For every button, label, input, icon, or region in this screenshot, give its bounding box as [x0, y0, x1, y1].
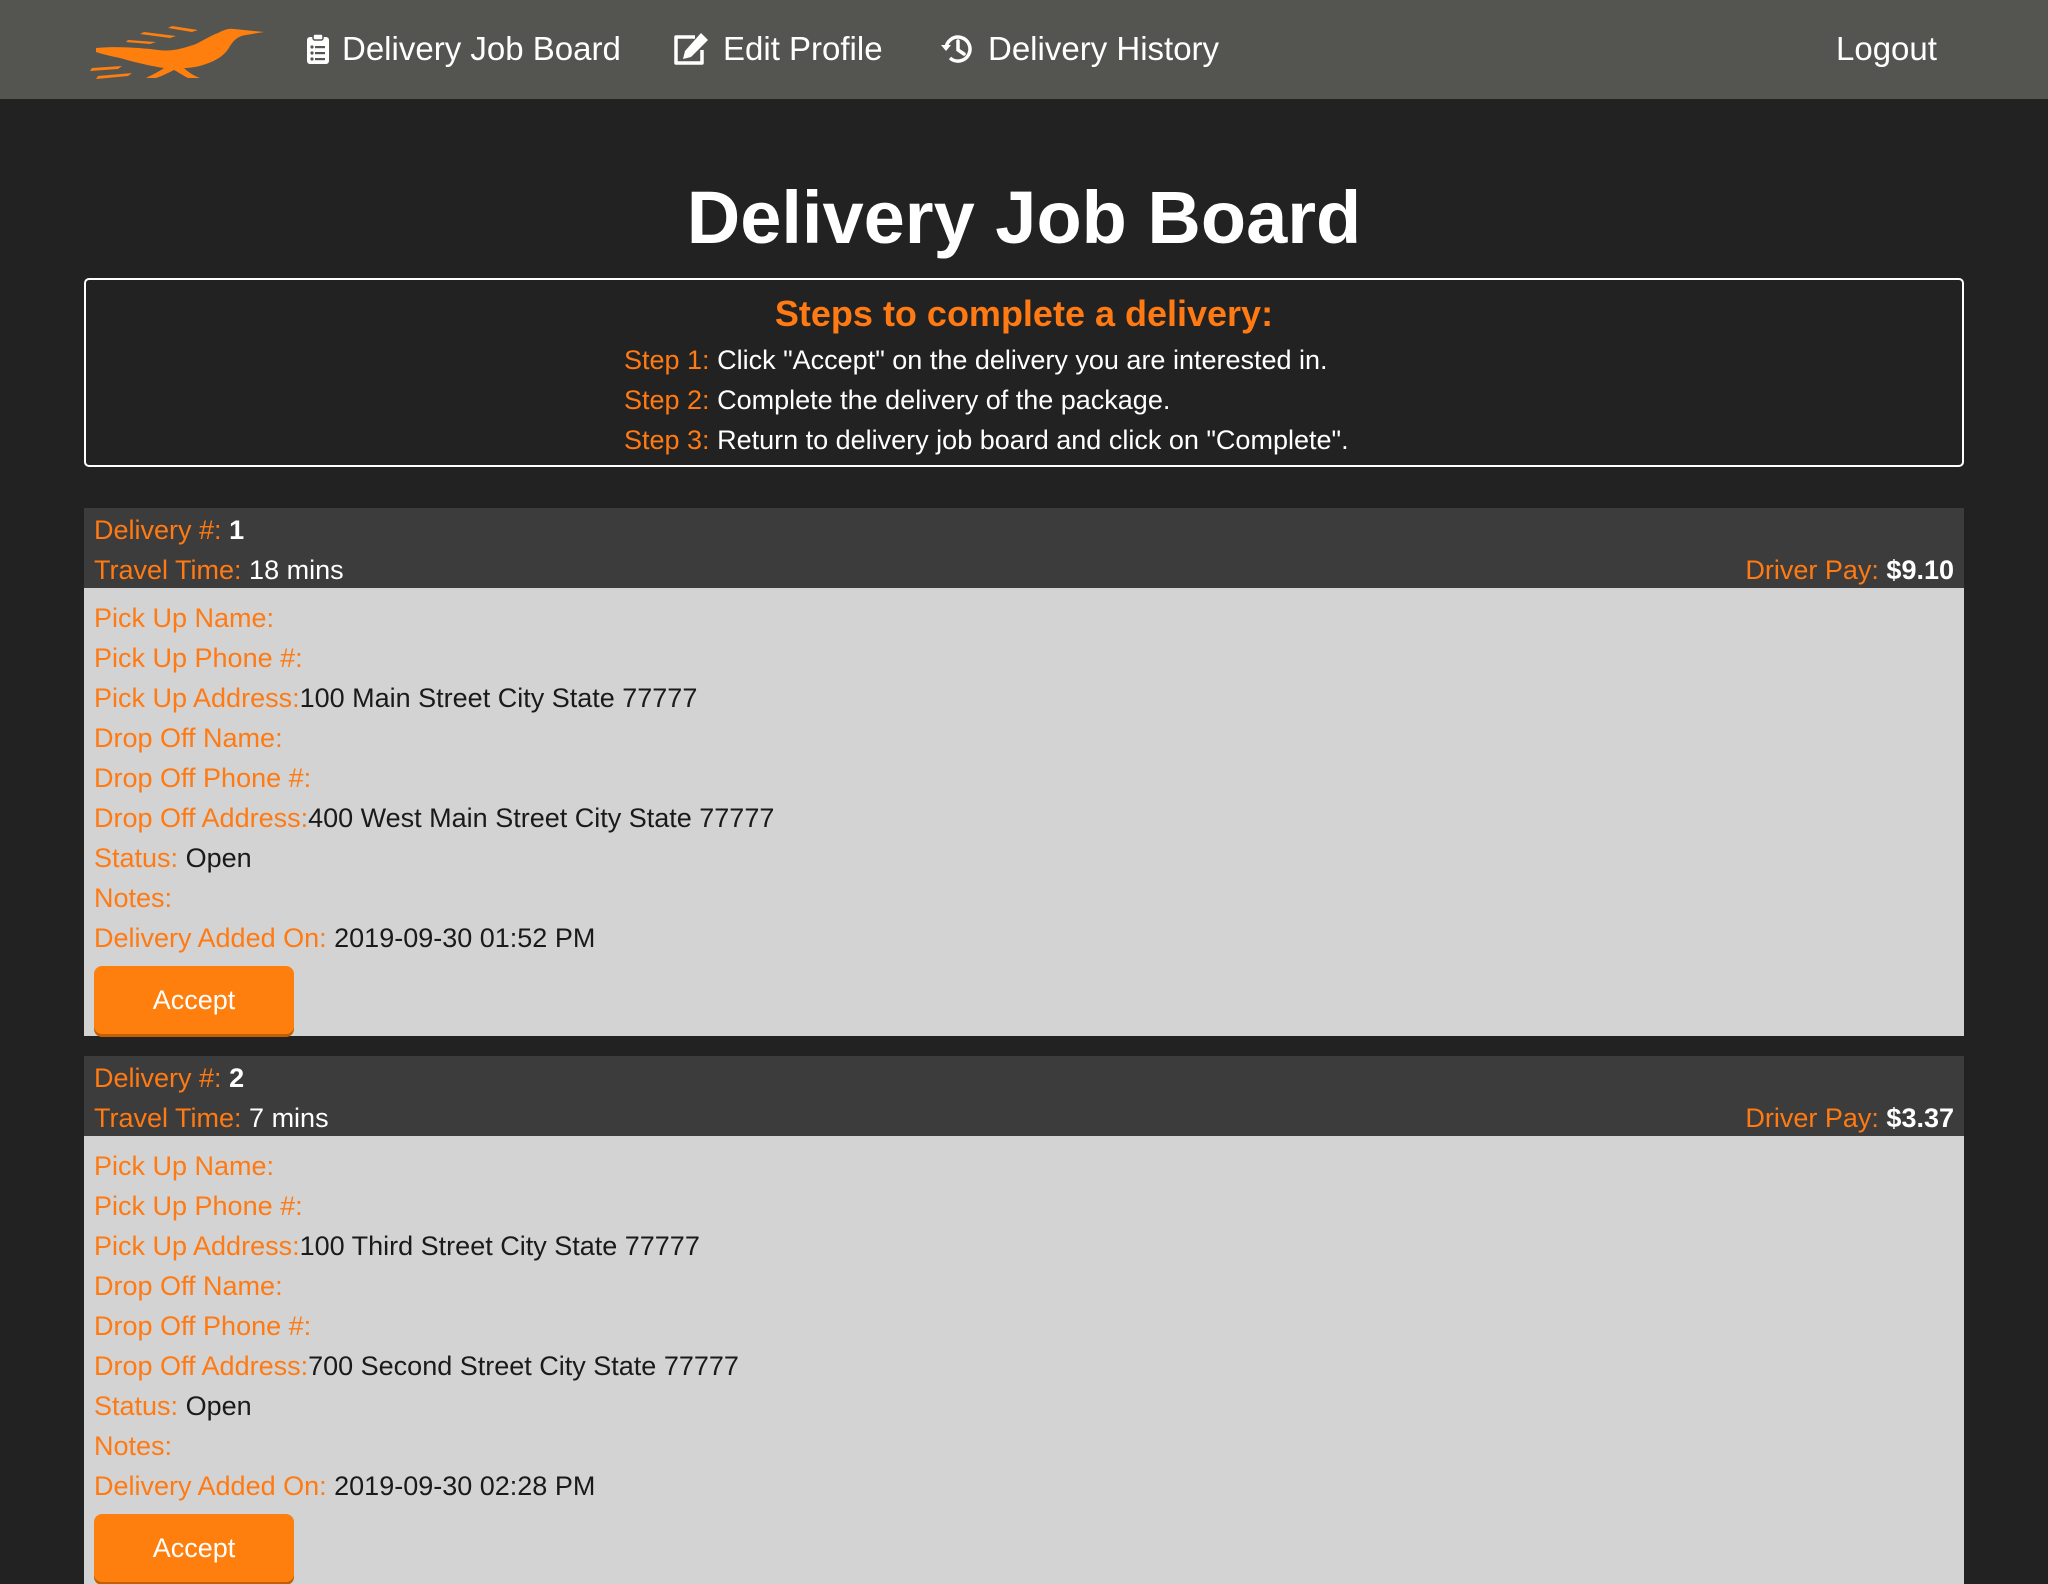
dropoff-phone-label: Drop Off Phone #:	[94, 1311, 312, 1341]
clipboard-list-icon	[307, 33, 329, 64]
dropoff-address-row: Drop Off Address:700 Second Street City …	[94, 1348, 739, 1384]
delivery-number-label: Delivery #:	[94, 1063, 222, 1093]
status-row: Status: Open	[94, 840, 252, 876]
pickup-phone-label: Pick Up Phone #:	[94, 643, 303, 673]
step-label: Step 3:	[624, 425, 710, 455]
step-3: Step 3: Return to delivery job board and…	[624, 422, 1349, 458]
nav-delivery-history[interactable]: Delivery History	[940, 26, 1219, 72]
driver-pay: Driver Pay: $3.37	[1745, 1100, 1954, 1136]
status-value: Open	[185, 843, 252, 873]
roadrunner-logo[interactable]	[88, 18, 266, 84]
pickup-address-label: Pick Up Address:	[94, 683, 300, 713]
driver-pay-value: $9.10	[1886, 555, 1954, 585]
pickup-phone-row: Pick Up Phone #:	[94, 1188, 303, 1224]
added-on-row: Delivery Added On: 2019-09-30 02:28 PM	[94, 1468, 595, 1504]
dropoff-address-value: 400 West Main Street City State 77777	[308, 803, 775, 833]
pickup-address-label: Pick Up Address:	[94, 1231, 300, 1261]
dropoff-phone-label: Drop Off Phone #:	[94, 763, 312, 793]
travel-time-label: Travel Time:	[94, 1103, 242, 1133]
travel-time: Travel Time: 7 mins	[94, 1100, 329, 1136]
notes-label: Notes:	[94, 883, 173, 913]
steps-box: Steps to complete a delivery: Step 1: Cl…	[84, 278, 1964, 467]
driver-pay-label: Driver Pay:	[1745, 555, 1879, 585]
page-title: Delivery Job Board	[686, 176, 1362, 259]
pickup-address-row: Pick Up Address:100 Main Street City Sta…	[94, 680, 697, 716]
pickup-address-value: 100 Main Street City State 77777	[299, 683, 698, 713]
delivery-number-value: 2	[229, 1063, 245, 1093]
dropoff-address-label: Drop Off Address:	[94, 1351, 309, 1381]
delivery-card-body: Pick Up Name: Pick Up Phone #: Pick Up A…	[84, 1136, 1964, 1584]
step-2: Step 2: Complete the delivery of the pac…	[624, 382, 1170, 418]
nav-delivery-job-board-label: Delivery Job Board	[342, 30, 621, 67]
pickup-name-row: Pick Up Name:	[94, 1148, 274, 1184]
delivery-number-label: Delivery #:	[94, 515, 222, 545]
notes-row: Notes:	[94, 880, 172, 916]
pickup-address-value: 100 Third Street City State 77777	[299, 1231, 700, 1261]
step-text: Return to delivery job board and click o…	[717, 425, 1349, 455]
added-on-value: 2019-09-30 02:28 PM	[334, 1471, 596, 1501]
dropoff-name-label: Drop Off Name:	[94, 1271, 283, 1301]
dropoff-name-label: Drop Off Name:	[94, 723, 283, 753]
step-text: Complete the delivery of the package.	[717, 385, 1171, 415]
pickup-address-row: Pick Up Address:100 Third Street City St…	[94, 1228, 700, 1264]
added-on-label: Delivery Added On:	[94, 1471, 327, 1501]
accept-button[interactable]: Accept	[94, 966, 294, 1034]
dropoff-name-row: Drop Off Name:	[94, 720, 283, 756]
delivery-number-value: 1	[229, 515, 245, 545]
status-label: Status:	[94, 843, 179, 873]
pickup-name-label: Pick Up Name:	[94, 603, 275, 633]
nav-delivery-job-board[interactable]: Delivery Job Board	[306, 26, 621, 72]
dropoff-address-label: Drop Off Address:	[94, 803, 309, 833]
notes-label: Notes:	[94, 1431, 173, 1461]
dropoff-address-value: 700 Second Street City State 77777	[308, 1351, 739, 1381]
added-on-value: 2019-09-30 01:52 PM	[334, 923, 596, 953]
pickup-phone-row: Pick Up Phone #:	[94, 640, 303, 676]
pickup-phone-label: Pick Up Phone #:	[94, 1191, 303, 1221]
status-label: Status:	[94, 1391, 179, 1421]
edit-icon	[674, 33, 708, 65]
delivery-card: Delivery #: 2 Travel Time: 7 mins Driver…	[84, 1056, 1964, 1584]
travel-time: Travel Time: 18 mins	[94, 552, 344, 588]
nav-edit-profile-label: Edit Profile	[723, 30, 883, 67]
pickup-name-label: Pick Up Name:	[94, 1151, 275, 1181]
delivery-card-header: Delivery #: 2 Travel Time: 7 mins Driver…	[84, 1056, 1964, 1136]
status-value: Open	[185, 1391, 252, 1421]
logout-label: Logout	[1836, 30, 1937, 67]
logout-link[interactable]: Logout	[1836, 26, 1937, 72]
pickup-name-row: Pick Up Name:	[94, 600, 274, 636]
delivery-card-body: Pick Up Name: Pick Up Phone #: Pick Up A…	[84, 588, 1964, 1036]
history-icon	[941, 35, 972, 63]
dropoff-phone-row: Drop Off Phone #:	[94, 1308, 311, 1344]
nav-delivery-history-label: Delivery History	[988, 30, 1220, 67]
step-text: Click "Accept" on the delivery you are i…	[717, 345, 1328, 375]
dropoff-name-row: Drop Off Name:	[94, 1268, 283, 1304]
accept-button[interactable]: Accept	[94, 1514, 294, 1582]
travel-time-label: Travel Time:	[94, 555, 242, 585]
status-row: Status: Open	[94, 1388, 252, 1424]
driver-pay-label: Driver Pay:	[1745, 1103, 1879, 1133]
delivery-number: Delivery #: 1	[94, 512, 244, 548]
driver-pay: Driver Pay: $9.10	[1745, 552, 1954, 588]
delivery-number: Delivery #: 2	[94, 1060, 244, 1096]
notes-row: Notes:	[94, 1428, 172, 1464]
driver-pay-value: $3.37	[1886, 1103, 1954, 1133]
added-on-row: Delivery Added On: 2019-09-30 01:52 PM	[94, 920, 595, 956]
steps-heading: Steps to complete a delivery:	[774, 293, 1274, 334]
navbar: Delivery Job Board Edit Profile Delivery…	[0, 0, 2048, 99]
travel-time-value: 18 mins	[249, 555, 344, 585]
dropoff-address-row: Drop Off Address:400 West Main Street Ci…	[94, 800, 774, 836]
delivery-card-header: Delivery #: 1 Travel Time: 18 mins Drive…	[84, 508, 1964, 588]
step-label: Step 2:	[624, 385, 710, 415]
step-1: Step 1: Click "Accept" on the delivery y…	[624, 342, 1328, 378]
added-on-label: Delivery Added On:	[94, 923, 327, 953]
nav-edit-profile[interactable]: Edit Profile	[671, 26, 883, 72]
dropoff-phone-row: Drop Off Phone #:	[94, 760, 311, 796]
delivery-card: Delivery #: 1 Travel Time: 18 mins Drive…	[84, 508, 1964, 1036]
step-label: Step 1:	[624, 345, 710, 375]
travel-time-value: 7 mins	[249, 1103, 329, 1133]
